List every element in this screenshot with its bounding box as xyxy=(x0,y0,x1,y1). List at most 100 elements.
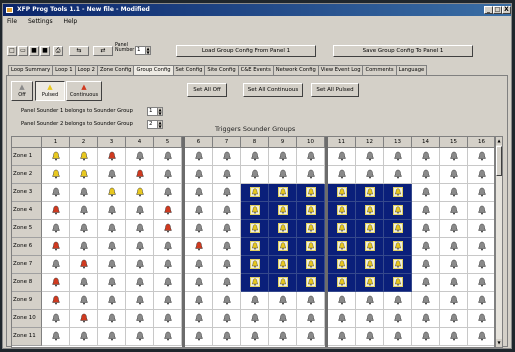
grid-cell[interactable] xyxy=(440,184,468,202)
tab-language[interactable]: Language xyxy=(395,65,428,75)
grid-cell[interactable] xyxy=(356,292,384,310)
sounder2-spinner[interactable]: 2 ▲ ▼ xyxy=(147,120,163,129)
grid-cell[interactable] xyxy=(412,202,440,220)
grid-cell[interactable] xyxy=(126,166,154,184)
grid-cell[interactable] xyxy=(356,202,384,220)
print-icon[interactable]: ⎙ xyxy=(53,46,63,56)
save-group-config-button[interactable]: Save Group Config To Panel 1 xyxy=(333,45,473,57)
grid-cell[interactable] xyxy=(356,148,384,166)
grid-cell[interactable] xyxy=(154,274,182,292)
grid-cell[interactable] xyxy=(468,256,494,274)
grid-cell[interactable] xyxy=(384,184,412,202)
grid-cell[interactable] xyxy=(213,238,241,256)
grid-cell[interactable] xyxy=(70,310,98,328)
grid-cell[interactable] xyxy=(70,184,98,202)
grid-cell[interactable] xyxy=(440,310,468,328)
grid-cell[interactable] xyxy=(468,184,494,202)
grid-cell[interactable] xyxy=(297,256,325,274)
grid-cell[interactable] xyxy=(126,148,154,166)
grid-cell[interactable] xyxy=(126,238,154,256)
grid-cell[interactable] xyxy=(297,274,325,292)
grid-cell[interactable] xyxy=(440,274,468,292)
grid-cell[interactable] xyxy=(269,238,297,256)
grid-cell[interactable] xyxy=(356,328,384,346)
grid-cell[interactable] xyxy=(42,220,70,238)
grid-cell[interactable] xyxy=(468,166,494,184)
grid-cell[interactable] xyxy=(42,238,70,256)
mode-continuous-button[interactable]: ▲ Continuous xyxy=(66,81,102,101)
grid-cell[interactable] xyxy=(384,238,412,256)
mode-off-button[interactable]: ▲ Off xyxy=(11,81,33,101)
grid-cell[interactable] xyxy=(356,184,384,202)
grid-cell[interactable] xyxy=(154,148,182,166)
receive-from-panel-icon[interactable]: ⇄ xyxy=(93,46,113,56)
grid-cell[interactable] xyxy=(412,310,440,328)
grid-cell[interactable] xyxy=(269,184,297,202)
grid-cell[interactable] xyxy=(70,292,98,310)
grid-cell[interactable] xyxy=(98,166,126,184)
grid-cell[interactable] xyxy=(213,256,241,274)
grid-cell[interactable] xyxy=(297,292,325,310)
grid-cell[interactable] xyxy=(328,256,356,274)
grid-cell[interactable] xyxy=(297,238,325,256)
grid-cell[interactable] xyxy=(468,328,494,346)
grid-cell[interactable] xyxy=(98,274,126,292)
grid-cell[interactable] xyxy=(356,256,384,274)
grid-cell[interactable] xyxy=(98,220,126,238)
close-button[interactable]: X xyxy=(502,6,511,14)
grid-cell[interactable] xyxy=(241,328,269,346)
grid-cell[interactable] xyxy=(297,166,325,184)
grid-cell[interactable] xyxy=(70,220,98,238)
grid-cell[interactable] xyxy=(70,148,98,166)
grid-cell[interactable] xyxy=(98,328,126,346)
grid-cell[interactable] xyxy=(241,292,269,310)
grid-cell[interactable] xyxy=(98,238,126,256)
grid-cell[interactable] xyxy=(412,220,440,238)
grid-cell[interactable] xyxy=(213,166,241,184)
grid-cell[interactable] xyxy=(70,202,98,220)
grid-cell[interactable] xyxy=(126,310,154,328)
grid-cell[interactable] xyxy=(213,220,241,238)
grid-cell[interactable] xyxy=(328,238,356,256)
tab-loop-2[interactable]: Loop 2 xyxy=(74,65,98,75)
grid-cell[interactable] xyxy=(297,328,325,346)
grid-cell[interactable] xyxy=(213,292,241,310)
grid-cell[interactable] xyxy=(185,292,213,310)
grid-cell[interactable] xyxy=(42,148,70,166)
grid-cell[interactable] xyxy=(269,292,297,310)
open-folder-icon[interactable]: ▭ xyxy=(18,46,28,56)
grid-cell[interactable] xyxy=(126,292,154,310)
grid-cell[interactable] xyxy=(213,148,241,166)
grid-cell[interactable] xyxy=(154,202,182,220)
set-all-continuous-button[interactable]: Set All Continuous xyxy=(243,83,303,97)
grid-cell[interactable] xyxy=(328,166,356,184)
grid-cell[interactable] xyxy=(42,310,70,328)
grid-cell[interactable] xyxy=(126,202,154,220)
grid-cell[interactable] xyxy=(185,184,213,202)
grid-cell[interactable] xyxy=(269,166,297,184)
grid-cell[interactable] xyxy=(328,328,356,346)
grid-cell[interactable] xyxy=(269,220,297,238)
grid-cell[interactable] xyxy=(468,202,494,220)
menu-settings[interactable]: Settings xyxy=(28,18,53,25)
grid-cell[interactable] xyxy=(70,166,98,184)
grid-cell[interactable] xyxy=(269,256,297,274)
grid-cell[interactable] xyxy=(185,238,213,256)
grid-cell[interactable] xyxy=(70,238,98,256)
menu-help[interactable]: Help xyxy=(64,18,78,25)
scroll-down-icon[interactable]: ▼ xyxy=(496,339,502,347)
grid-cell[interactable] xyxy=(241,148,269,166)
grid-cell[interactable] xyxy=(42,274,70,292)
grid-cell[interactable] xyxy=(154,310,182,328)
grid-cell[interactable] xyxy=(468,310,494,328)
spinner-arrows-icon[interactable]: ▲ ▼ xyxy=(157,108,162,115)
grid-cell[interactable] xyxy=(98,184,126,202)
grid-cell[interactable] xyxy=(213,328,241,346)
grid-cell[interactable] xyxy=(126,184,154,202)
grid-cell[interactable] xyxy=(185,310,213,328)
grid-cell[interactable] xyxy=(98,256,126,274)
grid-cell[interactable] xyxy=(384,220,412,238)
grid-cell[interactable] xyxy=(213,202,241,220)
grid-cell[interactable] xyxy=(440,256,468,274)
grid-cell[interactable] xyxy=(356,238,384,256)
